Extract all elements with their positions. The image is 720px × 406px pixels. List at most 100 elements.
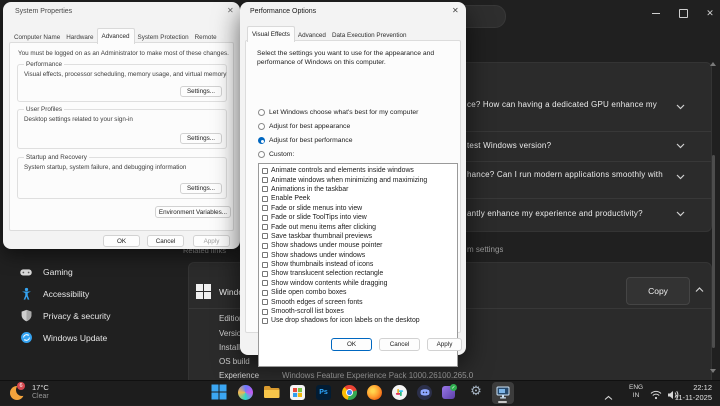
cancel-button[interactable]: Cancel	[147, 235, 184, 247]
checkbox-icon[interactable]	[262, 309, 268, 315]
checkbox-item[interactable]: Fade or slide ToolTips into view	[259, 213, 457, 222]
tab-advanced[interactable]: Advanced	[97, 28, 135, 44]
radio-option-custom[interactable]: Custom:	[258, 151, 294, 158]
maximize-button[interactable]	[668, 0, 698, 26]
performance-settings-button[interactable]: Settings...	[180, 86, 222, 97]
firefox-icon[interactable]	[367, 385, 382, 400]
checkbox-icon[interactable]	[262, 280, 268, 286]
scrollbar-thumb[interactable]	[712, 155, 715, 348]
chevron-down-icon[interactable]	[676, 143, 685, 149]
close-icon[interactable]: ✕	[452, 7, 459, 15]
checkbox-icon[interactable]	[262, 177, 268, 183]
radio-option-best-appearance[interactable]: Adjust for best appearance	[258, 123, 350, 130]
minimize-button[interactable]	[641, 0, 671, 26]
sidebar-item-label: Windows Update	[43, 333, 107, 343]
related-links-fragment[interactable]: m settings	[467, 245, 503, 254]
checkbox-item[interactable]: Animations in the taskbar	[259, 185, 457, 194]
checkbox-item[interactable]: Show window contents while dragging	[259, 279, 457, 288]
sidebar-item-accessibility[interactable]: Accessibility	[8, 284, 178, 303]
checkbox-icon[interactable]	[262, 215, 268, 221]
environment-variables-button[interactable]: Environment Variables...	[155, 206, 231, 218]
apply-button[interactable]: Apply	[427, 338, 462, 351]
checkbox-icon[interactable]	[262, 243, 268, 249]
ok-button[interactable]: OK	[331, 338, 372, 351]
checkbox-icon[interactable]	[262, 205, 268, 211]
checkbox-icon[interactable]	[262, 196, 268, 202]
checkbox-icon[interactable]	[262, 224, 268, 230]
scroll-down-arrow[interactable]	[710, 369, 716, 373]
checkbox-item[interactable]: Use drop shadows for icon labels on the …	[259, 316, 457, 325]
sidebar-item-privacy-security[interactable]: Privacy & security	[8, 306, 178, 325]
checkbox-item[interactable]: Show translucent selection rectangle	[259, 269, 457, 278]
sidebar-item-gaming[interactable]: Gaming	[8, 262, 178, 281]
start-button[interactable]	[211, 384, 228, 401]
sidebar-item-windows-update[interactable]: Windows Update	[8, 328, 178, 347]
checkbox-item[interactable]: Show shadows under windows	[259, 251, 457, 260]
tray-chevron-up[interactable]	[604, 388, 613, 406]
radio-option-windows-choose[interactable]: Let Windows choose what's best for my co…	[258, 109, 418, 116]
settings-gear-icon[interactable]: ⚙	[468, 383, 484, 401]
discord-icon[interactable]	[417, 385, 432, 400]
checkbox-item[interactable]: Smooth edges of screen fonts	[259, 297, 457, 306]
checkbox-icon[interactable]	[262, 318, 268, 324]
checkbox-item[interactable]: Save taskbar thumbnail previews	[259, 232, 457, 241]
weather-widget[interactable]: 6 17°C Clear	[6, 381, 106, 405]
checkbox-icon[interactable]	[262, 233, 268, 239]
visual-effects-listbox[interactable]: Animate controls and elements inside win…	[258, 163, 458, 367]
checkbox-item[interactable]: Enable Peek	[259, 194, 457, 203]
chrome-icon[interactable]	[342, 385, 357, 400]
gamepad-icon	[19, 265, 33, 279]
faq-question[interactable]: hance? Can I run modern applications smo…	[467, 170, 663, 179]
close-button[interactable]: ✕	[695, 0, 720, 26]
startup-settings-button[interactable]: Settings...	[180, 183, 222, 194]
checkbox-item[interactable]: Animate controls and elements inside win…	[259, 166, 457, 175]
radio-icon[interactable]	[258, 123, 265, 130]
cancel-button[interactable]: Cancel	[379, 338, 420, 351]
checkbox-item[interactable]: Fade out menu items after clicking	[259, 222, 457, 231]
microsoft-store-icon[interactable]	[290, 385, 305, 400]
checkbox-icon[interactable]	[262, 252, 268, 258]
copilot-icon[interactable]	[238, 385, 253, 400]
ok-button[interactable]: OK	[103, 235, 140, 247]
close-icon[interactable]: ✕	[227, 7, 234, 15]
tab-visual-effects[interactable]: Visual Effects	[247, 26, 295, 42]
app-with-check-icon[interactable]: ✓	[442, 384, 457, 400]
slack-icon[interactable]	[392, 385, 407, 400]
chevron-up-icon[interactable]	[695, 287, 704, 293]
clock-tray[interactable]: 22:12 11-11-2025	[675, 383, 712, 402]
checkbox-icon[interactable]	[262, 168, 268, 174]
scroll-up-arrow[interactable]	[710, 62, 716, 66]
wifi-icon[interactable]	[650, 387, 662, 405]
faq-question[interactable]: test Windows version?	[467, 141, 551, 150]
checkbox-item[interactable]: Fade or slide menus into view	[259, 204, 457, 213]
checkbox-icon[interactable]	[262, 271, 268, 277]
checkbox-item[interactable]: Show thumbnails instead of icons	[259, 260, 457, 269]
checkbox-icon[interactable]	[262, 262, 268, 268]
radio-icon[interactable]	[258, 151, 265, 158]
checkbox-item[interactable]: Smooth-scroll list boxes	[259, 307, 457, 316]
faq-question[interactable]: antly enhance my experience and producti…	[467, 209, 643, 218]
copy-button[interactable]: Copy	[626, 277, 690, 305]
chevron-down-icon[interactable]	[676, 104, 685, 110]
checkbox-icon[interactable]	[262, 186, 268, 192]
faq-question[interactable]: ce? How can having a dedicated GPU enhan…	[467, 100, 657, 109]
chevron-down-icon[interactable]	[676, 174, 685, 180]
checkbox-icon[interactable]	[262, 290, 268, 296]
file-explorer-icon[interactable]	[263, 384, 280, 401]
photoshop-icon[interactable]: Ps	[316, 385, 331, 400]
language-indicator[interactable]: ENG IN	[629, 384, 643, 399]
button-label: Settings...	[187, 185, 215, 192]
radio-option-best-performance[interactable]: Adjust for best performance	[258, 137, 353, 144]
apply-button[interactable]: Apply	[193, 235, 230, 247]
checkbox-item[interactable]: Show shadows under mouse pointer	[259, 241, 457, 250]
windows-start-icon	[211, 384, 227, 400]
slack-pinwheel-icon	[395, 388, 404, 397]
checkbox-item[interactable]: Slide open combo boxes	[259, 288, 457, 297]
checkbox-icon[interactable]	[262, 299, 268, 305]
radio-icon[interactable]	[258, 109, 265, 116]
checkbox-label: Enable Peek	[271, 195, 310, 202]
radio-icon-selected[interactable]	[258, 137, 265, 144]
checkbox-item[interactable]: Animate windows when minimizing and maxi…	[259, 175, 457, 184]
user-profiles-settings-button[interactable]: Settings...	[180, 133, 222, 144]
chevron-down-icon[interactable]	[676, 211, 685, 217]
